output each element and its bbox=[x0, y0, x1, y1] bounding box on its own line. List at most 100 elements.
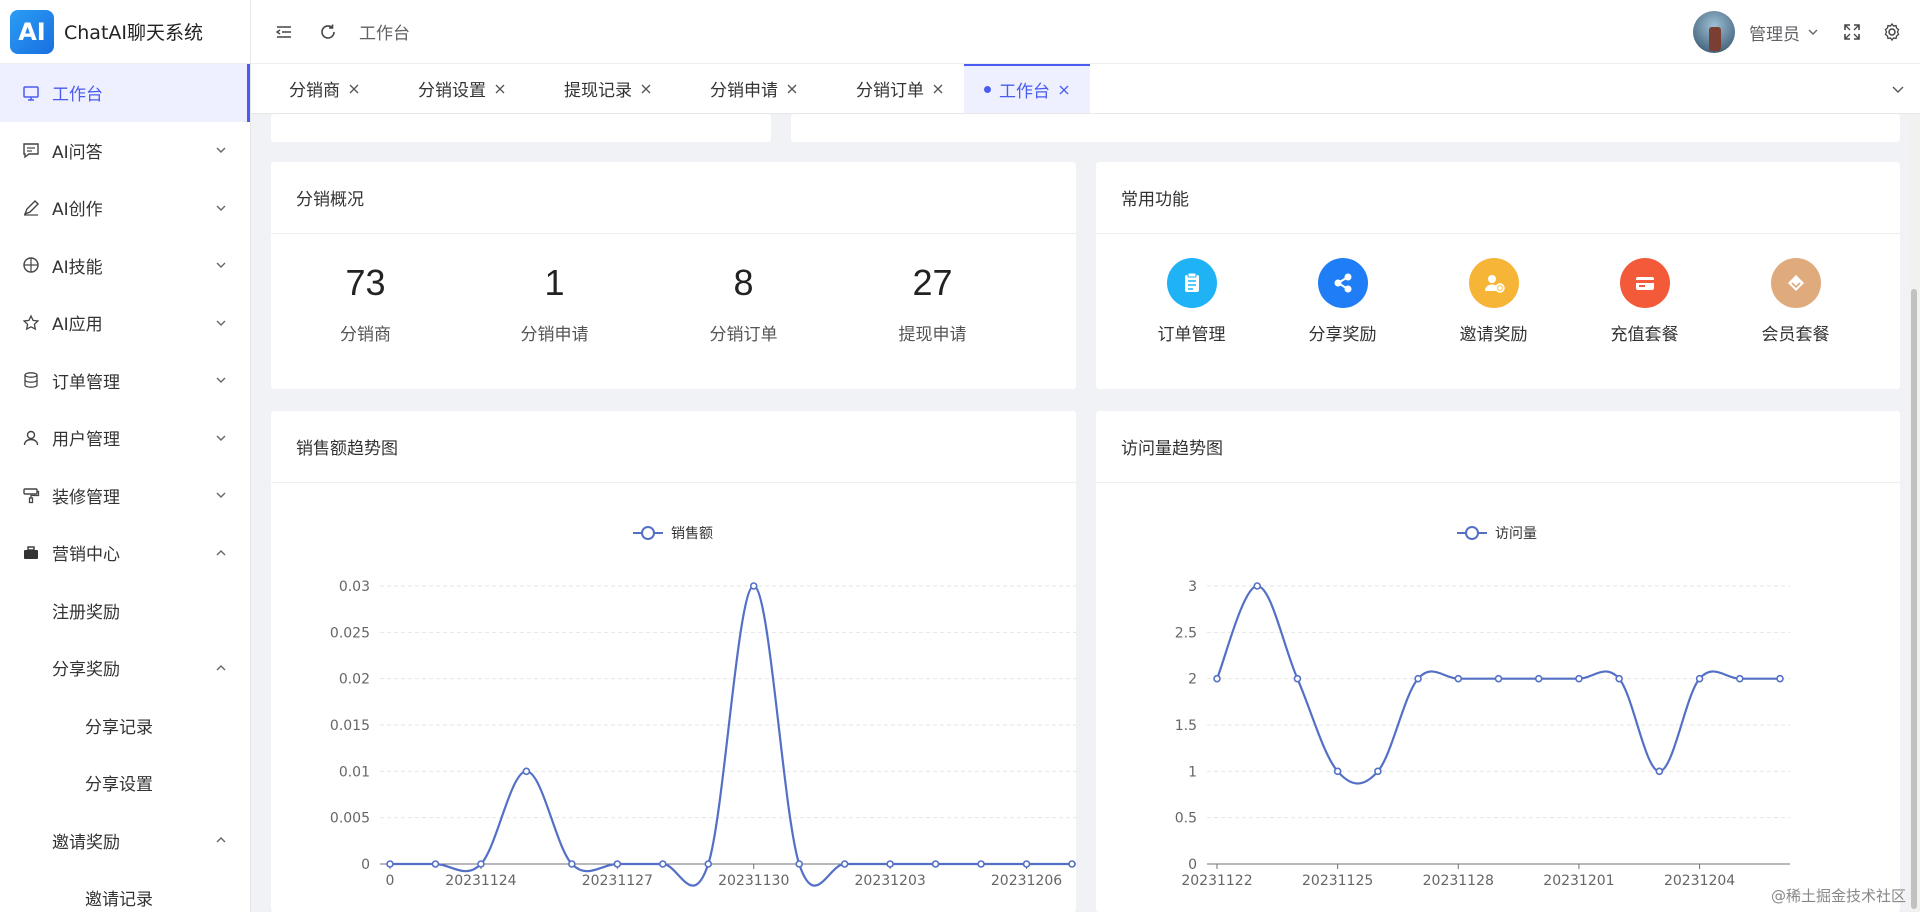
stat-value: 27 bbox=[912, 262, 953, 303]
paint-roller-icon bbox=[22, 486, 40, 504]
func-member-package[interactable]: 会员套餐 bbox=[1720, 258, 1871, 345]
data-point bbox=[613, 860, 622, 868]
close-icon[interactable] bbox=[640, 83, 652, 95]
chevron-up-icon bbox=[216, 549, 226, 556]
func-recharge-package[interactable]: 充值套餐 bbox=[1569, 258, 1720, 345]
sidebar-item-decoration[interactable]: 装修管理 bbox=[0, 467, 250, 525]
func-label: 分享奖励 bbox=[1308, 325, 1377, 345]
y-tick-label: 0 bbox=[361, 857, 370, 873]
chevron-down-icon bbox=[216, 377, 226, 384]
functions-title: 常用功能 bbox=[1096, 162, 1900, 234]
fullscreen-icon[interactable] bbox=[1842, 22, 1862, 42]
stat-distributors[interactable]: 73 分销商 bbox=[271, 262, 460, 345]
tab-distribution-applications[interactable]: 分销申请 bbox=[672, 64, 818, 113]
sidebar-item-share-settings[interactable]: 分享设置 bbox=[0, 754, 250, 812]
sidebar-item-invite-records[interactable]: 邀请记录 bbox=[0, 869, 250, 912]
logo[interactable]: AI ChatAI聊天系统 bbox=[0, 0, 250, 64]
sidebar-item-ai-skills[interactable]: AI技能 bbox=[0, 237, 250, 295]
target-icon bbox=[22, 256, 40, 274]
x-tick-label: 20231127 bbox=[582, 873, 653, 889]
data-point bbox=[1213, 674, 1221, 683]
invite-user-icon bbox=[1468, 258, 1519, 308]
sidebar-item-label: 营销中心 bbox=[52, 545, 120, 566]
partial-card-left bbox=[271, 114, 771, 142]
y-tick-label: 0.01 bbox=[339, 764, 370, 780]
func-label: 邀请奖励 bbox=[1459, 325, 1528, 345]
stat-orders[interactable]: 8 分销订单 bbox=[649, 262, 838, 345]
x-tick-label: 20231124 bbox=[445, 873, 516, 889]
close-icon[interactable] bbox=[786, 83, 798, 95]
tab-label: 分销设置 bbox=[418, 81, 486, 101]
stat-withdraw-applications[interactable]: 27 提现申请 bbox=[838, 262, 1027, 345]
tab-workbench[interactable]: 工作台 bbox=[964, 64, 1090, 113]
y-tick-label: 0.5 bbox=[1175, 811, 1197, 827]
chevron-down-icon[interactable] bbox=[1890, 81, 1906, 97]
tab-distribution-settings[interactable]: 分销设置 bbox=[380, 64, 526, 113]
page-scrollbar[interactable] bbox=[1908, 114, 1920, 912]
func-label: 订单管理 bbox=[1157, 325, 1226, 345]
sidebar-item-share-records[interactable]: 分享记录 bbox=[0, 697, 250, 755]
tab-withdraw-records[interactable]: 提现记录 bbox=[526, 64, 672, 113]
close-icon[interactable] bbox=[494, 83, 506, 95]
visits-chart-card: 访问量趋势图 访问量 0 0.5 1 1.5 2 2.5 3 20231122 20231125 2… bbox=[1096, 411, 1900, 912]
y-tick-label: 0.015 bbox=[330, 718, 370, 734]
sidebar-item-ai-creation[interactable]: AI创作 bbox=[0, 179, 250, 237]
close-icon[interactable] bbox=[932, 83, 944, 95]
func-order-management[interactable]: 订单管理 bbox=[1116, 258, 1267, 345]
chevron-down-icon[interactable] bbox=[1806, 25, 1820, 39]
stat-label: 分销订单 bbox=[709, 325, 778, 345]
data-point bbox=[1374, 767, 1382, 776]
tab-label: 分销订单 bbox=[856, 81, 924, 101]
star-icon bbox=[22, 314, 40, 332]
sidebar-item-workbench[interactable]: 工作台 bbox=[0, 64, 250, 122]
data-point bbox=[931, 860, 940, 868]
sidebar-menu: 工作台 AI问答 AI创作 AI技能 AI应用 订单管理 用户管理 装修管理 营… bbox=[0, 64, 250, 912]
sidebar-item-label: 邀请奖励 bbox=[52, 832, 120, 853]
pen-icon bbox=[22, 199, 40, 217]
func-invite-reward[interactable]: 邀请奖励 bbox=[1418, 258, 1569, 345]
menu-fold-icon[interactable] bbox=[273, 21, 295, 43]
y-tick-label: 0.005 bbox=[330, 811, 370, 827]
sidebar-item-share-reward[interactable]: 分享奖励 bbox=[0, 639, 250, 697]
func-share-reward[interactable]: 分享奖励 bbox=[1267, 258, 1418, 345]
sidebar-item-ai-apps[interactable]: AI应用 bbox=[0, 294, 250, 352]
data-point bbox=[1333, 767, 1342, 776]
scrollbar-thumb[interactable] bbox=[1911, 289, 1917, 909]
tab-label: 分销申请 bbox=[710, 81, 778, 101]
diamond-icon bbox=[1770, 258, 1821, 308]
tab-label: 分销商 bbox=[289, 81, 340, 101]
sidebar-item-invite-reward[interactable]: 邀请奖励 bbox=[0, 812, 250, 870]
briefcase-icon bbox=[22, 544, 40, 562]
x-tick-label: 20231125 bbox=[1302, 873, 1373, 889]
close-icon[interactable] bbox=[348, 83, 360, 95]
data-point bbox=[1735, 674, 1744, 683]
data-point bbox=[1253, 582, 1262, 590]
chevron-up-icon bbox=[216, 837, 226, 843]
username[interactable]: 管理员 bbox=[1749, 20, 1800, 45]
stat-applications[interactable]: 1 分销申请 bbox=[460, 262, 649, 345]
tab-distributors[interactable]: 分销商 bbox=[251, 64, 380, 113]
visits-line-chart: 访问量 0 0.5 1 1.5 2 2.5 3 20231122 20231125 20231128… bbox=[1175, 526, 1790, 889]
sidebar-item-users[interactable]: 用户管理 bbox=[0, 409, 250, 467]
data-point bbox=[977, 860, 985, 868]
sales-line-chart: 销售额 0 0.005 0.01 0.015 0.02 0.025 0.03 0 20231124… bbox=[330, 526, 1076, 889]
close-icon[interactable] bbox=[1058, 84, 1070, 96]
refresh-icon[interactable] bbox=[317, 21, 339, 43]
chat-icon bbox=[22, 141, 40, 159]
sidebar-item-marketing[interactable]: 营销中心 bbox=[0, 524, 250, 582]
tab-distribution-orders[interactable]: 分销订单 bbox=[818, 64, 964, 113]
sidebar-item-ai-qa[interactable]: AI问答 bbox=[0, 122, 250, 180]
sidebar-item-label: 装修管理 bbox=[52, 487, 120, 508]
data-point bbox=[1494, 674, 1503, 683]
sidebar-item-register-reward[interactable]: 注册奖励 bbox=[0, 582, 250, 640]
sidebar-item-orders[interactable]: 订单管理 bbox=[0, 352, 250, 410]
card-icon bbox=[1619, 258, 1670, 308]
avatar[interactable] bbox=[1693, 11, 1735, 53]
y-tick-label: 1 bbox=[1188, 764, 1197, 780]
sales-chart-title: 销售额趋势图 bbox=[271, 411, 1076, 483]
stat-label: 分销申请 bbox=[520, 325, 589, 345]
x-tick-label: 20231203 bbox=[855, 873, 926, 889]
chevron-up-icon bbox=[216, 664, 226, 671]
gear-icon[interactable] bbox=[1882, 22, 1902, 42]
y-tick-label: 3 bbox=[1188, 579, 1197, 595]
